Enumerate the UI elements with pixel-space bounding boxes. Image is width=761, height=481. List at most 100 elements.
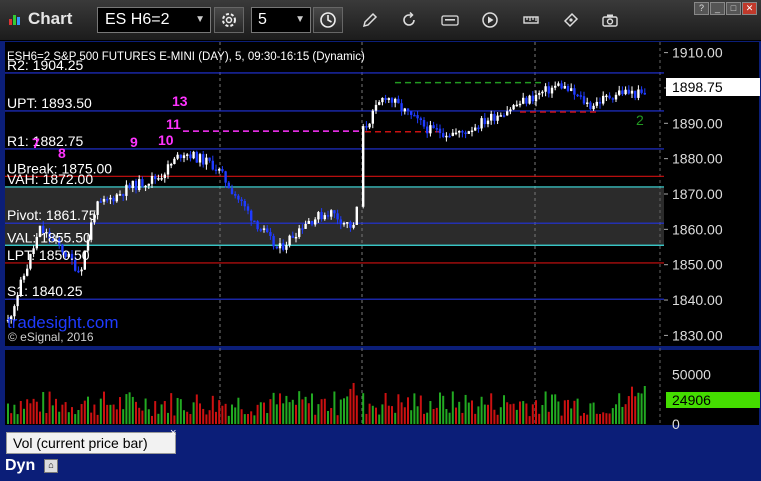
volume-bar bbox=[275, 404, 278, 424]
volume-bar bbox=[336, 415, 339, 424]
candle-body bbox=[461, 130, 464, 133]
volume-bar bbox=[87, 396, 89, 424]
lock-icon[interactable]: ⌂ bbox=[44, 459, 58, 473]
volume-bar bbox=[563, 400, 566, 424]
volume-bar bbox=[247, 413, 249, 424]
candle-body bbox=[125, 184, 128, 196]
volume-bar bbox=[637, 392, 640, 424]
volume-bar bbox=[554, 394, 557, 424]
volume-bar bbox=[352, 382, 355, 424]
volume-bar bbox=[23, 408, 25, 424]
candle-body bbox=[346, 222, 349, 224]
volume-bar bbox=[80, 404, 83, 424]
candle-body bbox=[224, 171, 227, 183]
minimize-button[interactable]: _ bbox=[710, 2, 725, 15]
candle-body bbox=[451, 132, 454, 136]
volume-bar bbox=[218, 400, 221, 424]
candle-body bbox=[435, 128, 438, 130]
play-icon[interactable] bbox=[481, 11, 499, 29]
candle-body bbox=[141, 179, 144, 187]
volume-bar bbox=[439, 392, 441, 424]
volume-study-label[interactable]: Vol (current price bar) bbox=[6, 432, 176, 454]
candle-body bbox=[598, 101, 602, 104]
volume-bar bbox=[304, 396, 307, 424]
current-price-label: 1898.75 bbox=[672, 79, 723, 95]
volume-bar bbox=[576, 398, 579, 424]
candle-body bbox=[282, 243, 285, 250]
candle-body bbox=[643, 92, 646, 95]
candle-body bbox=[285, 245, 288, 250]
close-study-icon[interactable]: × bbox=[170, 427, 176, 439]
link-icon[interactable] bbox=[562, 11, 580, 29]
symbol-settings-button[interactable] bbox=[214, 7, 244, 33]
volume-bar bbox=[240, 409, 243, 424]
volume-bar bbox=[13, 404, 16, 424]
volume-bar bbox=[410, 410, 413, 424]
candle-body bbox=[550, 87, 554, 94]
symbol-input[interactable]: ES H6=2 ▼ bbox=[97, 7, 211, 33]
count-label-green: 2 bbox=[636, 112, 644, 128]
candle-body bbox=[493, 113, 496, 121]
candle-body bbox=[566, 85, 570, 91]
symbol-dropdown-icon[interactable]: ▼ bbox=[195, 8, 205, 32]
ruler-icon[interactable] bbox=[522, 11, 540, 29]
y-tick-label: 1890.00 bbox=[672, 115, 723, 131]
candle-body bbox=[458, 130, 461, 133]
time-button[interactable] bbox=[313, 7, 343, 33]
candle-body bbox=[102, 198, 106, 202]
chart-app-icon bbox=[9, 15, 20, 25]
price-chart[interactable]: 2 R2: 1904.25UPT: 1893.50R1: 1882.75UBre… bbox=[0, 40, 761, 481]
candle-body bbox=[26, 268, 29, 276]
candle-body bbox=[230, 188, 234, 194]
candle-body bbox=[371, 110, 374, 124]
candle-body bbox=[134, 180, 138, 190]
chart-window: Chart ES H6=2 ▼ 5 ▼ ? _ □ ✕ 2 R2: 1904.2… bbox=[0, 0, 761, 481]
volume-bar bbox=[259, 402, 262, 424]
volume-bar bbox=[400, 402, 403, 424]
volume-bar bbox=[583, 412, 585, 424]
volume-bar bbox=[189, 414, 192, 424]
volume-bar bbox=[480, 396, 483, 424]
copyright: © eSignal, 2016 bbox=[8, 330, 94, 344]
candle-body bbox=[560, 83, 563, 89]
candle-body bbox=[154, 176, 157, 180]
volume-bar bbox=[170, 393, 173, 424]
interval-dropdown-icon[interactable]: ▼ bbox=[295, 8, 305, 32]
candle-body bbox=[227, 182, 230, 189]
candle-body bbox=[22, 275, 26, 280]
volume-bar bbox=[618, 393, 621, 424]
volume-bar bbox=[211, 395, 214, 424]
help-button[interactable]: ? bbox=[694, 2, 709, 15]
volume-bar bbox=[96, 414, 99, 424]
volume-bar bbox=[592, 402, 595, 424]
maximize-button[interactable]: □ bbox=[726, 2, 741, 15]
volume-bar bbox=[237, 397, 240, 424]
level-label: UPT: 1893.50 bbox=[7, 95, 92, 111]
volume-bar bbox=[643, 386, 646, 424]
volume-bar bbox=[163, 401, 166, 424]
volume-bar bbox=[602, 412, 605, 424]
keyboard-icon[interactable] bbox=[441, 11, 459, 29]
candle-body bbox=[614, 94, 618, 100]
interval-value: 5 bbox=[258, 11, 267, 28]
dynamic-mode-label[interactable]: Dyn bbox=[5, 457, 35, 475]
volume-bar bbox=[493, 409, 496, 424]
volume-bar bbox=[579, 415, 582, 424]
volume-bar bbox=[215, 411, 217, 424]
volume-bar bbox=[128, 392, 131, 424]
candle-body bbox=[304, 223, 307, 229]
candle-body bbox=[336, 213, 339, 220]
interval-input[interactable]: 5 ▼ bbox=[251, 7, 311, 33]
candle-body bbox=[406, 108, 410, 112]
close-button[interactable]: ✕ bbox=[742, 2, 757, 15]
volume-bar bbox=[509, 404, 512, 424]
volume-bar bbox=[10, 413, 13, 424]
candle-body bbox=[173, 158, 176, 164]
volume-bar bbox=[39, 411, 41, 424]
refresh-icon[interactable] bbox=[400, 11, 418, 29]
candle-body bbox=[307, 220, 310, 224]
camera-icon[interactable] bbox=[601, 11, 619, 29]
volume-bar bbox=[448, 412, 451, 424]
volume-bar bbox=[131, 396, 134, 424]
pencil-icon[interactable] bbox=[361, 11, 379, 29]
